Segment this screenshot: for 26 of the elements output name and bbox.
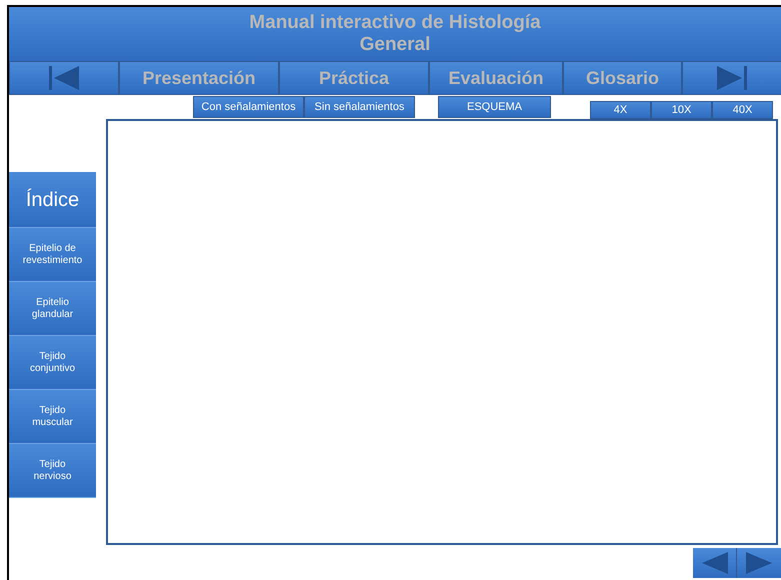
app-title: Manual interactivo de Histología [249, 12, 541, 34]
back-button[interactable] [693, 548, 737, 578]
skip-back-icon [49, 66, 79, 90]
index-item[interactable]: Tejido nervioso [9, 444, 96, 498]
nav-tab[interactable]: Evaluación [429, 61, 563, 95]
view-button[interactable]: Sin señalamientos [304, 96, 415, 118]
index-item[interactable]: Tejido muscular [9, 390, 96, 444]
index-item[interactable]: Epitelio de revestimiento [9, 228, 96, 282]
index-item[interactable]: Tejido conjuntivo [9, 336, 96, 390]
first-page-button[interactable] [9, 61, 119, 95]
view-button[interactable]: Con señalamientos [193, 96, 304, 118]
index-item[interactable]: Epitelio glandular [9, 282, 96, 336]
view-button[interactable]: ESQUEMA [438, 96, 551, 118]
magnification-button[interactable]: 10X [651, 101, 712, 119]
last-page-button[interactable] [682, 61, 781, 95]
nav-tab[interactable]: Glosario [563, 61, 682, 95]
magnification-button[interactable]: 40X [712, 101, 773, 119]
app-title: General [360, 34, 430, 56]
left-arrow-icon [702, 552, 728, 574]
magnification-button[interactable]: 4X [590, 101, 651, 119]
index-heading: Índice [9, 172, 96, 228]
forward-button[interactable] [737, 548, 781, 578]
right-arrow-icon [746, 552, 772, 574]
nav-tab[interactable]: Presentación [119, 61, 279, 95]
skip-forward-icon [717, 66, 747, 90]
nav-tab[interactable]: Práctica [279, 61, 429, 95]
